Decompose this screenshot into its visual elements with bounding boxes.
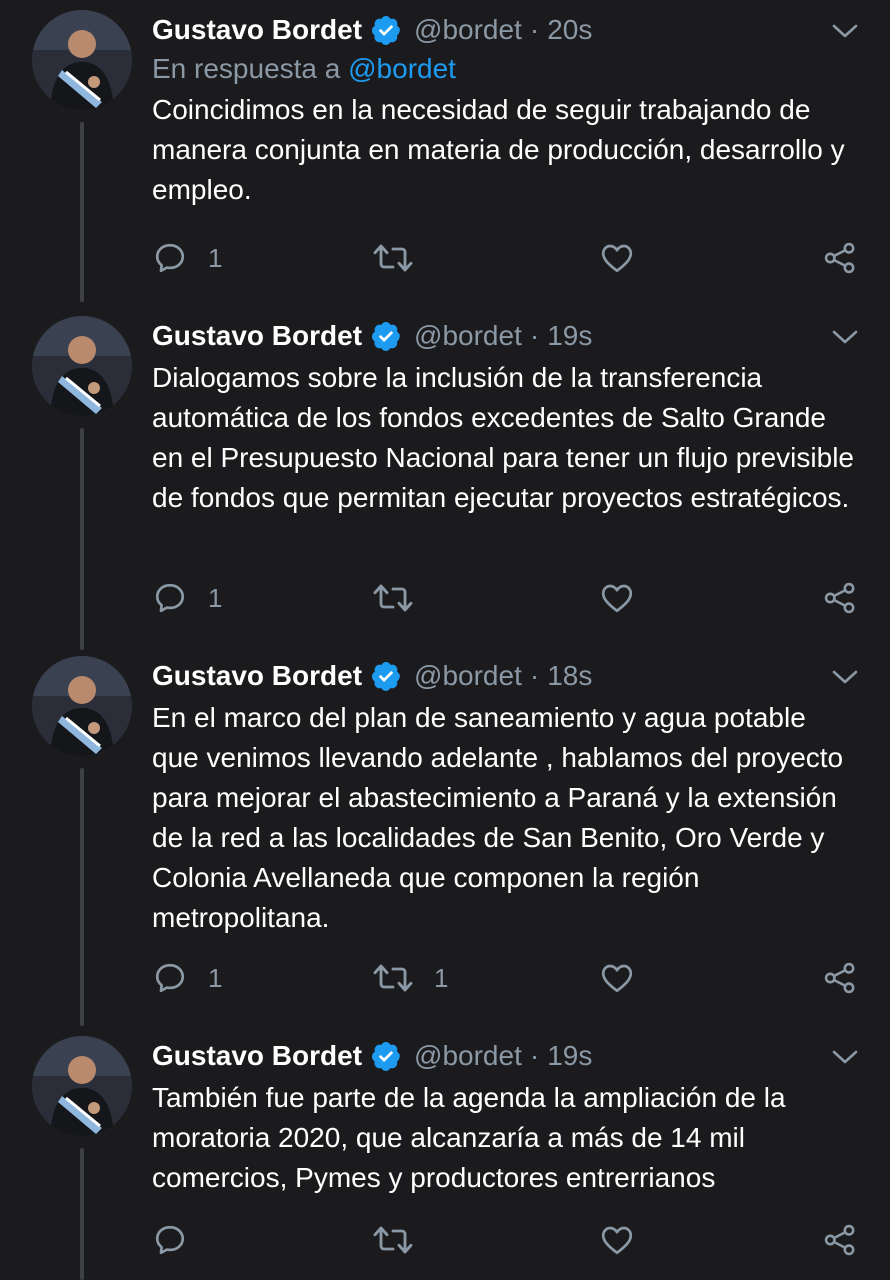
tweet-content: Gustavo Bordet @bordet · 19s También fue… bbox=[152, 1036, 860, 1198]
share-button[interactable] bbox=[822, 238, 858, 278]
avatar-image bbox=[32, 316, 132, 416]
chevron-down-icon[interactable] bbox=[830, 18, 860, 42]
share-button[interactable] bbox=[822, 1220, 858, 1260]
reply-icon bbox=[152, 240, 188, 276]
share-button[interactable] bbox=[822, 578, 858, 618]
chevron-down-icon[interactable] bbox=[830, 324, 860, 348]
share-icon bbox=[822, 240, 858, 276]
tweet-thread: Gustavo Bordet @bordet · 20s En respuest… bbox=[0, 0, 890, 1280]
reply-icon bbox=[152, 580, 188, 616]
heart-icon bbox=[598, 1222, 636, 1258]
verified-badge-icon bbox=[370, 14, 402, 46]
reply-button[interactable]: 1 bbox=[152, 578, 222, 618]
author-name[interactable]: Gustavo Bordet bbox=[152, 14, 362, 46]
separator: · bbox=[529, 320, 540, 351]
tweet-content: Gustavo Bordet @bordet · 19s Dialogamos … bbox=[152, 316, 860, 518]
author-handle[interactable]: @bordet bbox=[414, 320, 522, 352]
tweet-header: Gustavo Bordet @bordet · 19s bbox=[152, 316, 860, 356]
chevron-down-icon[interactable] bbox=[830, 1044, 860, 1068]
timestamp[interactable]: 18s bbox=[547, 660, 592, 692]
retweet-button[interactable] bbox=[372, 578, 434, 618]
like-button[interactable] bbox=[598, 238, 656, 278]
author-name[interactable]: Gustavo Bordet bbox=[152, 1040, 362, 1072]
timestamp[interactable]: 20s bbox=[547, 14, 592, 46]
tweet-actions: 1 bbox=[0, 238, 890, 278]
like-button[interactable] bbox=[598, 578, 656, 618]
avatar[interactable] bbox=[32, 10, 132, 110]
retweet-icon bbox=[372, 580, 414, 616]
tweet-content: Gustavo Bordet @bordet · 20s En respuest… bbox=[152, 10, 860, 210]
verified-badge-icon bbox=[370, 320, 402, 352]
reply-icon bbox=[152, 960, 188, 996]
share-icon bbox=[822, 1222, 858, 1258]
like-button[interactable] bbox=[598, 1220, 656, 1260]
tweet-text: Coincidimos en la necesidad de seguir tr… bbox=[152, 94, 845, 205]
reply-button[interactable]: 1 bbox=[152, 958, 222, 998]
avatar-image bbox=[32, 1036, 132, 1136]
verified-badge-icon bbox=[370, 1040, 402, 1072]
tweet[interactable]: Gustavo Bordet @bordet · 20s En respuest… bbox=[0, 0, 890, 302]
avatar[interactable] bbox=[32, 1036, 132, 1136]
reply-context: En respuesta a @bordet bbox=[152, 50, 860, 88]
tweet-text: También fue parte de la agenda la amplia… bbox=[152, 1082, 786, 1193]
reply-count: 1 bbox=[208, 962, 223, 993]
retweet-icon bbox=[372, 1222, 414, 1258]
tweet-header: Gustavo Bordet @bordet · 20s bbox=[152, 10, 860, 50]
tweet-header: Gustavo Bordet @bordet · 18s bbox=[152, 656, 860, 696]
tweet-actions: 1 bbox=[0, 578, 890, 618]
tweet[interactable]: Gustavo Bordet @bordet · 18s En el marco… bbox=[0, 652, 890, 1026]
tweet[interactable]: Gustavo Bordet @bordet · 19s Dialogamos … bbox=[0, 310, 890, 650]
verified-badge-icon bbox=[370, 660, 402, 692]
tweet-text: En el marco del plan de saneamiento y ag… bbox=[152, 702, 844, 933]
heart-icon bbox=[598, 580, 636, 616]
reply-mention-link[interactable]: @bordet bbox=[348, 53, 456, 84]
author-handle[interactable]: @bordet bbox=[414, 660, 522, 692]
author-name[interactable]: Gustavo Bordet bbox=[152, 320, 362, 352]
avatar[interactable] bbox=[32, 656, 132, 756]
tweet-content: Gustavo Bordet @bordet · 18s En el marco… bbox=[152, 656, 860, 938]
heart-icon bbox=[598, 240, 636, 276]
heart-icon bbox=[598, 960, 636, 996]
timestamp[interactable]: 19s bbox=[547, 320, 592, 352]
like-button[interactable] bbox=[598, 958, 656, 998]
share-button[interactable] bbox=[822, 958, 858, 998]
timestamp[interactable]: 19s bbox=[547, 1040, 592, 1072]
avatar[interactable] bbox=[32, 316, 132, 416]
author-name[interactable]: Gustavo Bordet bbox=[152, 660, 362, 692]
share-icon bbox=[822, 580, 858, 616]
separator: · bbox=[529, 14, 540, 45]
tweet[interactable]: Gustavo Bordet @bordet · 19s También fue… bbox=[0, 1032, 890, 1280]
retweet-button[interactable]: 1 bbox=[372, 958, 448, 998]
author-handle[interactable]: @bordet bbox=[414, 14, 522, 46]
thread-connector bbox=[80, 1148, 84, 1280]
tweet-actions: 1 1 bbox=[0, 958, 890, 998]
reply-count: 1 bbox=[208, 242, 223, 273]
retweet-button[interactable] bbox=[372, 1220, 434, 1260]
separator: · bbox=[529, 1040, 540, 1071]
tweet-header: Gustavo Bordet @bordet · 19s bbox=[152, 1036, 860, 1076]
chevron-down-icon[interactable] bbox=[830, 664, 860, 688]
reply-prefix: En respuesta a bbox=[152, 53, 341, 84]
separator: · bbox=[529, 660, 540, 691]
avatar-image bbox=[32, 656, 132, 756]
reply-button[interactable]: 1 bbox=[152, 238, 222, 278]
reply-count: 1 bbox=[208, 582, 223, 613]
retweet-icon bbox=[372, 960, 414, 996]
tweet-text: Dialogamos sobre la inclusión de la tran… bbox=[152, 362, 854, 513]
reply-button[interactable] bbox=[152, 1220, 208, 1260]
share-icon bbox=[822, 960, 858, 996]
reply-icon bbox=[152, 1222, 188, 1258]
tweet-actions bbox=[0, 1220, 890, 1260]
avatar-image bbox=[32, 10, 132, 110]
retweet-count: 1 bbox=[434, 962, 449, 993]
retweet-button[interactable] bbox=[372, 238, 434, 278]
retweet-icon bbox=[372, 240, 414, 276]
author-handle[interactable]: @bordet bbox=[414, 1040, 522, 1072]
